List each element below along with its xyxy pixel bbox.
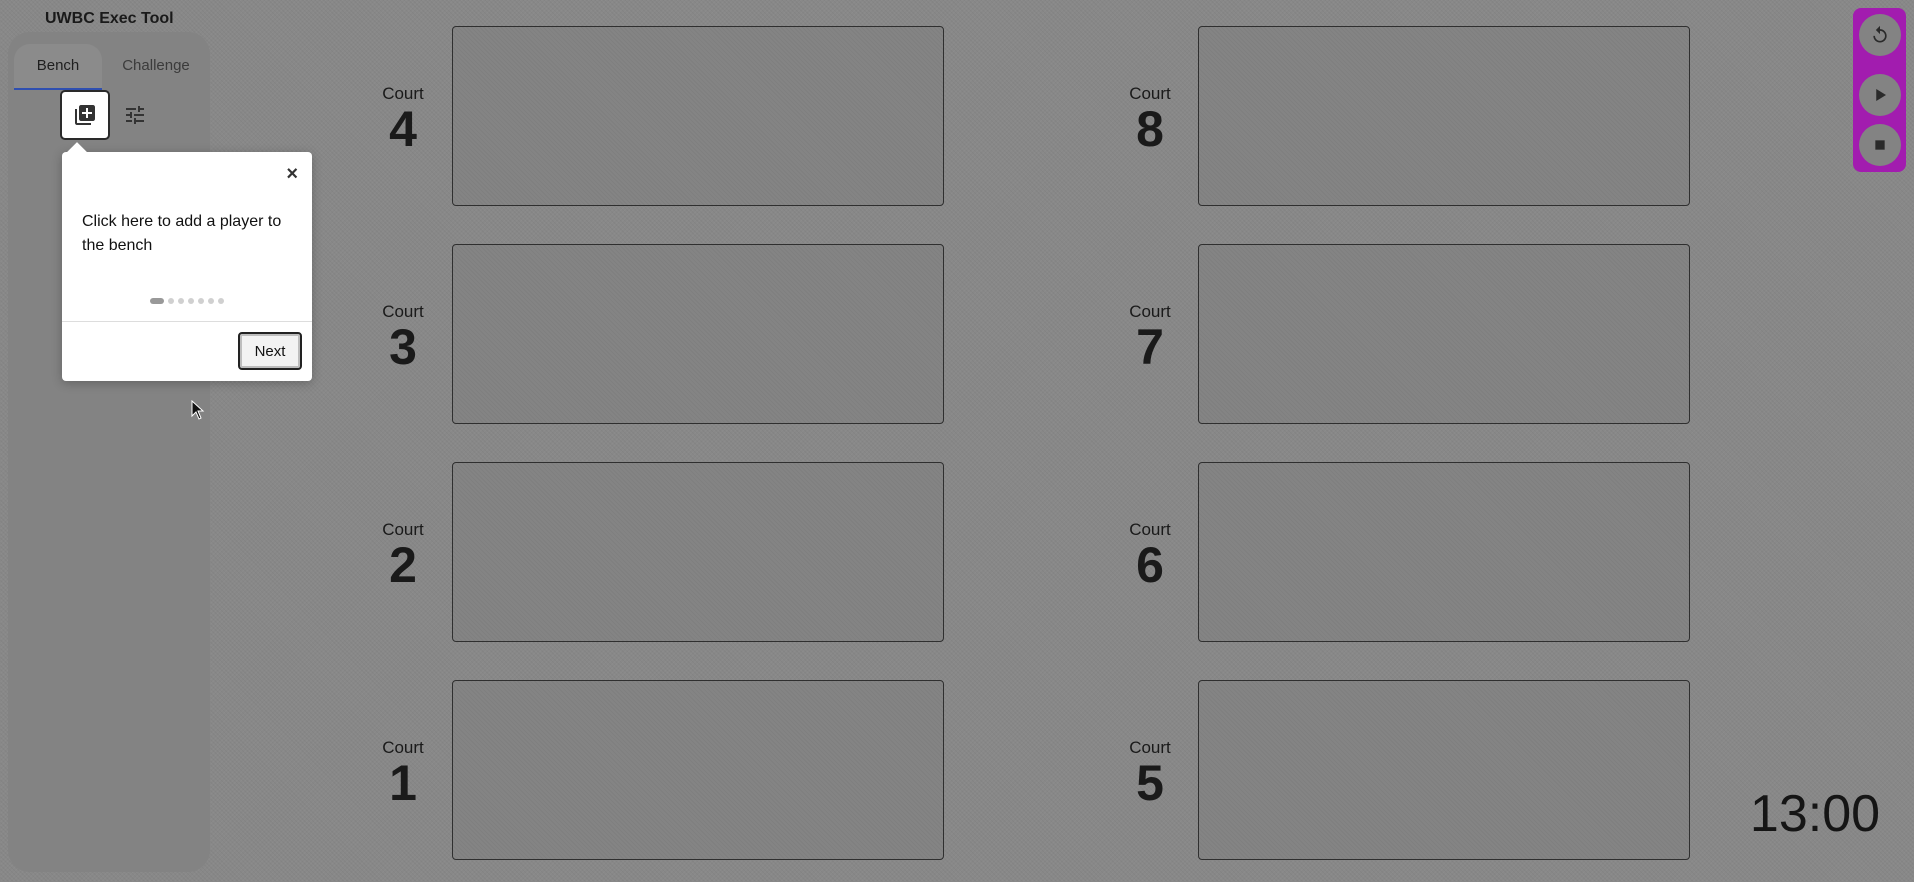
court-8-label: Court 8	[1129, 84, 1171, 157]
bench-settings-button[interactable]	[122, 102, 148, 128]
app-title: UWBC Exec Tool	[45, 10, 174, 27]
next-button[interactable]: Next	[238, 332, 302, 370]
court-5-label: Court 5	[1129, 738, 1171, 811]
court-3-area[interactable]	[452, 244, 944, 424]
court-6-label: Court 6	[1129, 520, 1171, 593]
tab-bench[interactable]: Bench	[14, 44, 102, 90]
tour-message: Click here to add a player to the bench	[82, 213, 282, 254]
court-6-area[interactable]	[1198, 462, 1690, 642]
sliders-icon	[126, 106, 144, 124]
court-1-area[interactable]	[452, 680, 944, 860]
court-7-label: Court 7	[1129, 302, 1171, 375]
court-3-label: Court 3	[382, 302, 424, 375]
reset-icon	[1873, 25, 1887, 43]
court-2-label: Court 2	[382, 520, 424, 593]
timer-display: 13:00	[1749, 785, 1881, 843]
court-1-label: Court 1	[382, 738, 424, 811]
progress-dot	[208, 298, 214, 304]
progress-dot	[188, 298, 194, 304]
stop-icon	[1875, 140, 1885, 150]
popover-divider	[62, 321, 312, 322]
tour-progress	[150, 298, 224, 304]
sidebar-tabs: Bench Challenge	[14, 44, 210, 90]
court-2-area[interactable]	[452, 462, 944, 642]
reset-timer-button[interactable]	[1859, 14, 1901, 56]
progress-dot	[178, 298, 184, 304]
progress-dot	[168, 298, 174, 304]
add-to-queue-icon	[75, 105, 95, 125]
play-timer-button[interactable]	[1859, 74, 1901, 116]
close-icon[interactable]: ×	[286, 164, 298, 184]
court-4-label: Court 4	[382, 84, 424, 157]
mouse-cursor-icon	[191, 400, 205, 420]
court-7-area[interactable]	[1198, 244, 1690, 424]
stop-timer-button[interactable]	[1859, 124, 1901, 166]
timer-controls	[1853, 8, 1906, 172]
play-icon	[1876, 89, 1886, 101]
tab-challenge[interactable]: Challenge	[106, 44, 206, 88]
bench-toolbar	[60, 90, 180, 144]
court-8-area[interactable]	[1198, 26, 1690, 206]
progress-dot	[150, 298, 164, 304]
tour-popover: × Click here to add a player to the benc…	[62, 152, 312, 381]
add-player-button[interactable]	[60, 90, 110, 140]
court-5-area[interactable]	[1198, 680, 1690, 860]
progress-dot	[218, 298, 224, 304]
progress-dot	[198, 298, 204, 304]
court-4-area[interactable]	[452, 26, 944, 206]
